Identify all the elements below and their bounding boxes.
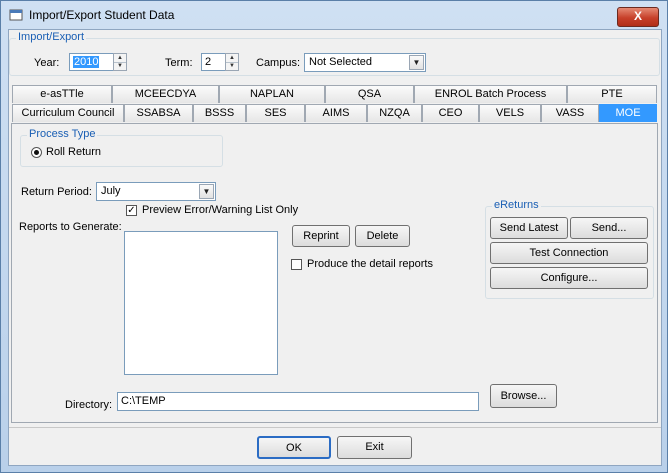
ereturns-legend: eReturns <box>492 199 541 211</box>
reprint-button[interactable]: Reprint <box>292 225 350 247</box>
tab-nzqa[interactable]: NZQA <box>367 104 422 122</box>
tab-aims[interactable]: AIMS <box>305 104 367 122</box>
tab-e-asttle[interactable]: e-asTTle <box>12 85 112 103</box>
year-label: Year: <box>34 57 60 69</box>
campus-select[interactable]: Not Selected ▼ <box>304 53 426 72</box>
term-label: Term: <box>165 57 193 69</box>
tab-enrol-batch-process[interactable]: ENROL Batch Process <box>414 85 567 103</box>
year-value: 2010 <box>73 56 100 68</box>
process-type-legend: Process Type <box>27 128 98 140</box>
send-latest-button[interactable]: Send Latest <box>490 217 568 239</box>
title-bar[interactable]: Import/Export Student Data X <box>1 1 667 29</box>
tab-curriculum-council[interactable]: Curriculum Council <box>12 104 124 122</box>
directory-field[interactable]: C:\TEMP <box>117 392 479 411</box>
dialog-body: Import/Export Year: 2010 ▲ ▼ Term: 2 ▲ ▼… <box>8 29 662 466</box>
year-spinner[interactable]: ▲ ▼ <box>113 53 127 71</box>
moe-tab-panel: Process Type Roll Return Return Period: … <box>11 123 658 423</box>
reports-list[interactable] <box>124 231 278 375</box>
year-field[interactable]: 2010 <box>69 53 114 71</box>
detail-reports-label: Produce the detail reports <box>307 258 433 270</box>
tab-vass[interactable]: VASS <box>541 104 599 122</box>
exit-button[interactable]: Exit <box>337 436 412 459</box>
roll-return-label: Roll Return <box>46 146 102 158</box>
window-title: Import/Export Student Data <box>29 8 175 22</box>
app-icon <box>9 9 23 21</box>
tab-qsa[interactable]: QSA <box>325 85 414 103</box>
browse-button[interactable]: Browse... <box>490 384 557 408</box>
campus-value: Not Selected <box>309 56 372 68</box>
tab-ceo[interactable]: CEO <box>422 104 479 122</box>
term-field[interactable]: 2 <box>201 53 226 71</box>
tab-ses[interactable]: SES <box>246 104 305 122</box>
radio-dot-icon <box>34 150 39 155</box>
delete-button[interactable]: Delete <box>355 225 410 247</box>
reports-label: Reports to Generate: <box>19 221 122 233</box>
tab-ssabsa[interactable]: SSABSA <box>124 104 193 122</box>
preview-label: Preview Error/Warning List Only <box>142 204 299 216</box>
chevron-down-icon[interactable]: ▼ <box>199 184 214 199</box>
test-connection-button[interactable]: Test Connection <box>490 242 648 264</box>
campus-label: Campus: <box>256 57 301 69</box>
button-bar-divider <box>9 427 661 428</box>
term-spinner[interactable]: ▲ ▼ <box>225 53 239 71</box>
spin-down-icon[interactable]: ▼ <box>114 62 126 70</box>
ok-button[interactable]: OK <box>257 436 331 459</box>
configure-button[interactable]: Configure... <box>490 267 648 289</box>
return-period-value: July <box>101 185 121 197</box>
checkmark-icon: ✓ <box>127 205 136 216</box>
tab-mceecdya[interactable]: MCEECDYA <box>112 85 219 103</box>
dialog-window: Import/Export Student Data X Import/Expo… <box>0 0 668 473</box>
tab-moe[interactable]: MOE <box>599 104 657 122</box>
tab-bsss[interactable]: BSSS <box>193 104 246 122</box>
close-button[interactable]: X <box>617 7 659 27</box>
directory-label: Directory: <box>65 399 113 411</box>
chevron-down-icon[interactable]: ▼ <box>409 55 424 70</box>
preview-checkbox[interactable]: ✓ <box>126 205 137 216</box>
spin-down-icon[interactable]: ▼ <box>226 62 238 70</box>
return-period-select[interactable]: July ▼ <box>96 182 216 201</box>
roll-return-radio[interactable] <box>31 147 42 158</box>
tab-pte[interactable]: PTE <box>567 85 657 103</box>
tab-vels[interactable]: VELS <box>479 104 541 122</box>
detail-reports-checkbox[interactable] <box>291 259 302 270</box>
import-export-legend: Import/Export <box>16 31 87 43</box>
send-button[interactable]: Send... <box>570 217 648 239</box>
tab-naplan[interactable]: NAPLAN <box>219 85 325 103</box>
return-period-label: Return Period: <box>21 186 92 198</box>
